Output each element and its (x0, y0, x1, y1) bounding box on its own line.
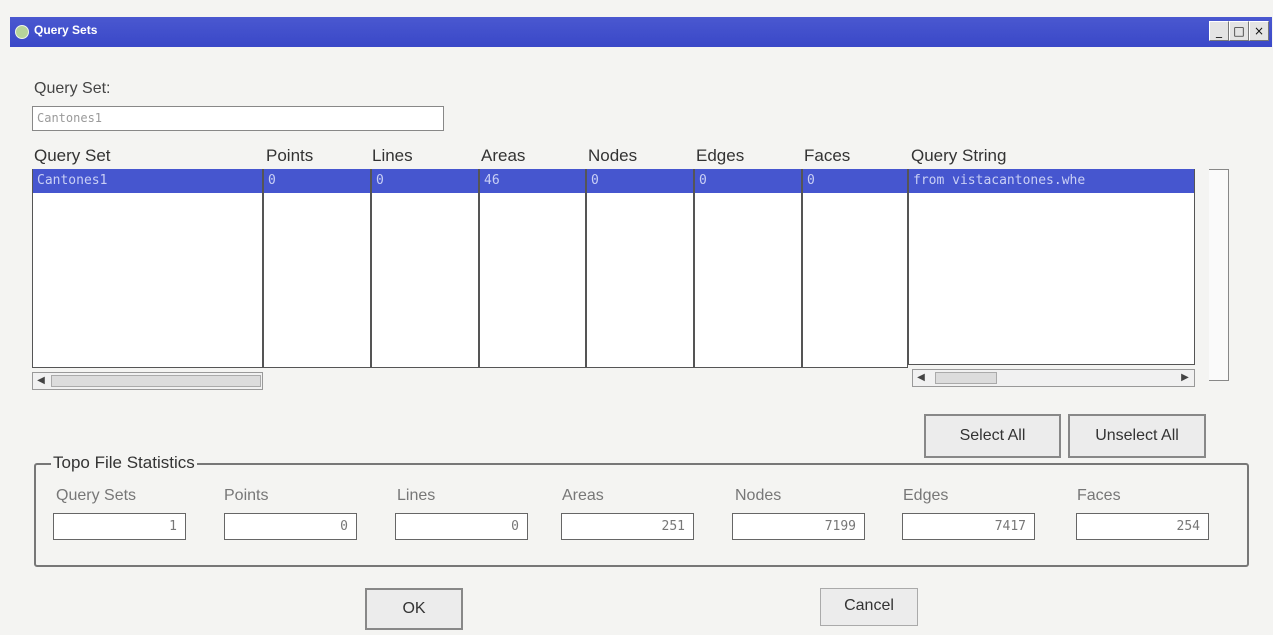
vertical-scrollbar[interactable] (1209, 169, 1229, 381)
stat-label-edges: Edges (903, 487, 949, 504)
column-header-query-set[interactable]: Query Set (34, 146, 111, 166)
table-row[interactable]: Cantones1 (33, 169, 262, 193)
cancel-button[interactable]: Cancel (820, 588, 918, 626)
column-header-lines[interactable]: Lines (372, 146, 413, 166)
maximize-button[interactable]: □ (1229, 21, 1249, 41)
stat-label-query-sets: Query Sets (56, 487, 137, 504)
query-set-label: Query Set: (34, 80, 111, 97)
window-title: Query Sets (34, 23, 98, 37)
unselect-all-button[interactable]: Unselect All (1068, 414, 1206, 458)
stat-value-areas: 251 (561, 513, 694, 540)
table-row[interactable]: 0 (264, 169, 370, 193)
query-set-input[interactable]: Cantones1 (32, 106, 444, 131)
table-row[interactable]: 0 (695, 169, 801, 193)
stat-label-faces: Faces (1077, 487, 1121, 504)
stat-value-nodes: 7199 (732, 513, 865, 540)
edges-column: 0 (694, 169, 802, 368)
left-horizontal-scrollbar[interactable]: ◀ (32, 372, 263, 390)
stat-value-query-sets: 1 (53, 513, 186, 540)
lines-column: 0 (371, 169, 479, 368)
stat-label-areas: Areas (562, 487, 604, 504)
faces-column: 0 (802, 169, 908, 368)
table-row[interactable]: from vistacantones.whe (909, 169, 1194, 193)
column-header-query-string[interactable]: Query String (911, 146, 1006, 166)
scroll-thumb[interactable] (935, 372, 997, 384)
stat-value-faces: 254 (1076, 513, 1209, 540)
column-header-faces[interactable]: Faces (804, 146, 850, 166)
column-header-points[interactable]: Points (266, 146, 313, 166)
table-row[interactable]: 0 (372, 169, 478, 193)
table-row[interactable]: 46 (480, 169, 585, 193)
topo-file-statistics-title: Topo File Statistics (51, 453, 197, 473)
scroll-left-icon[interactable]: ◀ (33, 373, 49, 389)
stat-label-lines: Lines (397, 487, 436, 504)
stat-label-nodes: Nodes (735, 487, 782, 504)
query-string-horizontal-scrollbar[interactable]: ◀ ▶ (912, 369, 1195, 387)
nodes-column: 0 (586, 169, 694, 368)
scroll-right-icon[interactable]: ▶ (1177, 370, 1193, 386)
column-header-edges[interactable]: Edges (696, 146, 744, 166)
points-column: 0 (263, 169, 371, 368)
close-button[interactable]: × (1249, 21, 1269, 41)
column-header-nodes[interactable]: Nodes (588, 146, 637, 166)
scroll-left-icon[interactable]: ◀ (913, 370, 929, 386)
table-row[interactable]: 0 (587, 169, 693, 193)
scroll-thumb[interactable] (51, 375, 261, 387)
areas-column: 46 (479, 169, 586, 368)
title-bar[interactable]: Query Sets _ □ × (10, 17, 1272, 47)
app-icon (15, 25, 29, 39)
query-set-column: Cantones1 (32, 169, 263, 368)
stat-value-points: 0 (224, 513, 357, 540)
stat-value-edges: 7417 (902, 513, 1035, 540)
stat-label-points: Points (224, 487, 269, 504)
minimize-button[interactable]: _ (1209, 21, 1229, 41)
query-string-column: from vistacantones.whe (908, 169, 1195, 365)
stat-value-lines: 0 (395, 513, 528, 540)
column-header-areas[interactable]: Areas (481, 146, 525, 166)
query-sets-dialog: Query Sets _ □ × Query Set: Cantones1 Qu… (0, 0, 1273, 635)
table-row[interactable]: 0 (803, 169, 907, 193)
ok-button[interactable]: OK (365, 588, 463, 630)
select-all-button[interactable]: Select All (924, 414, 1061, 458)
